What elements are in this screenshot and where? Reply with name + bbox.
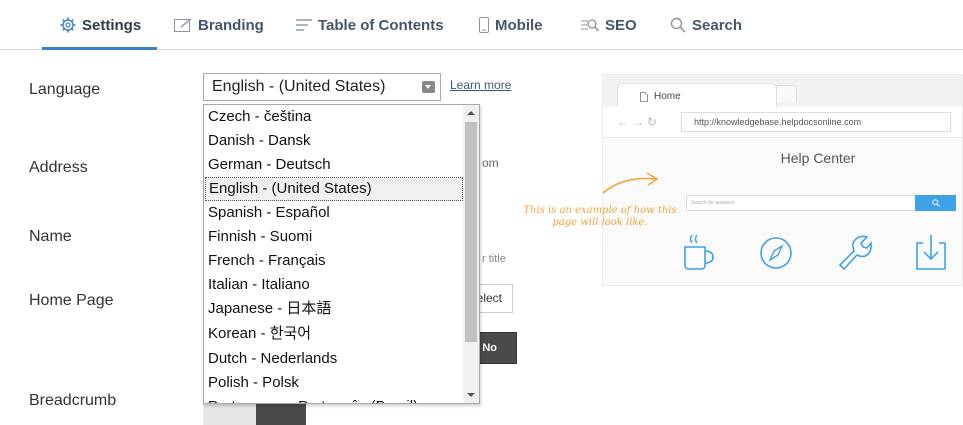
- edit-icon: [174, 18, 192, 32]
- language-option[interactable]: Italian - Italiano: [205, 273, 463, 297]
- list-icon: [296, 19, 312, 31]
- language-option[interactable]: Portuguese - Português (Brasil): [205, 395, 463, 403]
- page-icon: [640, 92, 648, 102]
- tab-settings[interactable]: Settings: [60, 0, 141, 50]
- name-label: Name: [29, 228, 72, 245]
- tab-seo[interactable]: SEO: [581, 0, 637, 50]
- language-option[interactable]: Polish - Polsk: [205, 371, 463, 395]
- breadcrumb-label: Breadcrumb: [29, 392, 117, 409]
- tab-seo-label: SEO: [605, 16, 637, 34]
- tab-branding-label: Branding: [198, 16, 264, 34]
- tab-mobile-label: Mobile: [495, 16, 543, 34]
- home-page-select-button-label: elect: [476, 291, 502, 305]
- curved-arrow-icon: [603, 172, 659, 195]
- dropdown-scrollbar[interactable]: [463, 105, 479, 403]
- active-tab-indicator: [42, 47, 157, 50]
- language-option[interactable]: Czech - čeština: [205, 105, 463, 129]
- language-option[interactable]: Finnish - Suomi: [205, 225, 463, 249]
- language-option-selected[interactable]: English - (United States): [205, 177, 463, 201]
- scroll-down-arrow-icon[interactable]: [463, 387, 479, 403]
- search-icon: [670, 17, 686, 33]
- language-option[interactable]: French - Français: [205, 249, 463, 273]
- tab-settings-label: Settings: [82, 16, 142, 34]
- language-option[interactable]: German - Deutsch: [205, 153, 463, 177]
- learn-more-link[interactable]: Learn more: [450, 78, 511, 92]
- compass-icon: [760, 237, 792, 269]
- tab-table-of-contents[interactable]: Table of Contents: [296, 0, 444, 50]
- mobile-icon: [479, 17, 489, 33]
- preview-search-button: [915, 195, 956, 211]
- preview-tab-label: Home: [654, 91, 681, 102]
- download-icon: [916, 235, 946, 270]
- language-label: Language: [29, 81, 101, 98]
- no-toggle-label: No: [482, 342, 497, 354]
- tab-search-label: Search: [692, 16, 743, 34]
- gear-icon: [60, 17, 76, 33]
- preview-note: This is an example of how this page will…: [523, 205, 677, 228]
- search-icon: [932, 199, 940, 207]
- address-domain-suffix: om: [482, 156, 499, 170]
- scroll-up-arrow-icon[interactable]: [463, 105, 479, 121]
- language-option[interactable]: Danish - Dansk: [205, 129, 463, 153]
- chevron-down-icon[interactable]: [422, 81, 435, 93]
- language-option[interactable]: Japanese - 日本語: [205, 297, 463, 321]
- browser-nav-icons: ←→↻: [617, 115, 661, 129]
- language-dropdown-list[interactable]: Czech - čeština Danish - Dansk German - …: [203, 104, 480, 404]
- address-label: Address: [29, 159, 88, 176]
- tab-mobile[interactable]: Mobile: [479, 0, 543, 50]
- tab-branding[interactable]: Branding: [174, 0, 264, 50]
- preview-url-bar: ←→↻ http://knowledgebase.helpdocsonline.…: [603, 107, 962, 138]
- settings-tab-bar: Settings Branding Table of Contents Mobi…: [0, 0, 963, 50]
- language-select[interactable]: English - (United States): [203, 73, 441, 101]
- preview-browser-tab: Home: [617, 83, 777, 109]
- preview-title: Help Center: [780, 150, 856, 166]
- wrench-icon: [838, 235, 872, 271]
- help-center-preview: Home ←→↻ http://knowledgebase.helpdocson…: [602, 74, 963, 286]
- seo-icon: [581, 19, 599, 32]
- language-option[interactable]: Dutch - Nederlands: [205, 347, 463, 371]
- name-hint-text: r title: [482, 253, 506, 265]
- language-option[interactable]: Korean - 한국어: [205, 322, 463, 346]
- language-select-value: English - (United States): [212, 78, 386, 95]
- preview-search-input: Search for answers: [686, 195, 916, 211]
- tab-toc-label: Table of Contents: [318, 16, 444, 34]
- preview-url: http://knowledgebase.helpdocsonline.com: [681, 112, 951, 132]
- coffee-icon: [684, 234, 714, 270]
- home-page-label: Home Page: [29, 292, 114, 309]
- scrollbar-thumb[interactable]: [465, 122, 477, 342]
- preview-browser-tabbar: Home: [603, 75, 962, 109]
- tab-search[interactable]: Search: [670, 0, 742, 50]
- language-option[interactable]: Spanish - Español: [205, 201, 463, 225]
